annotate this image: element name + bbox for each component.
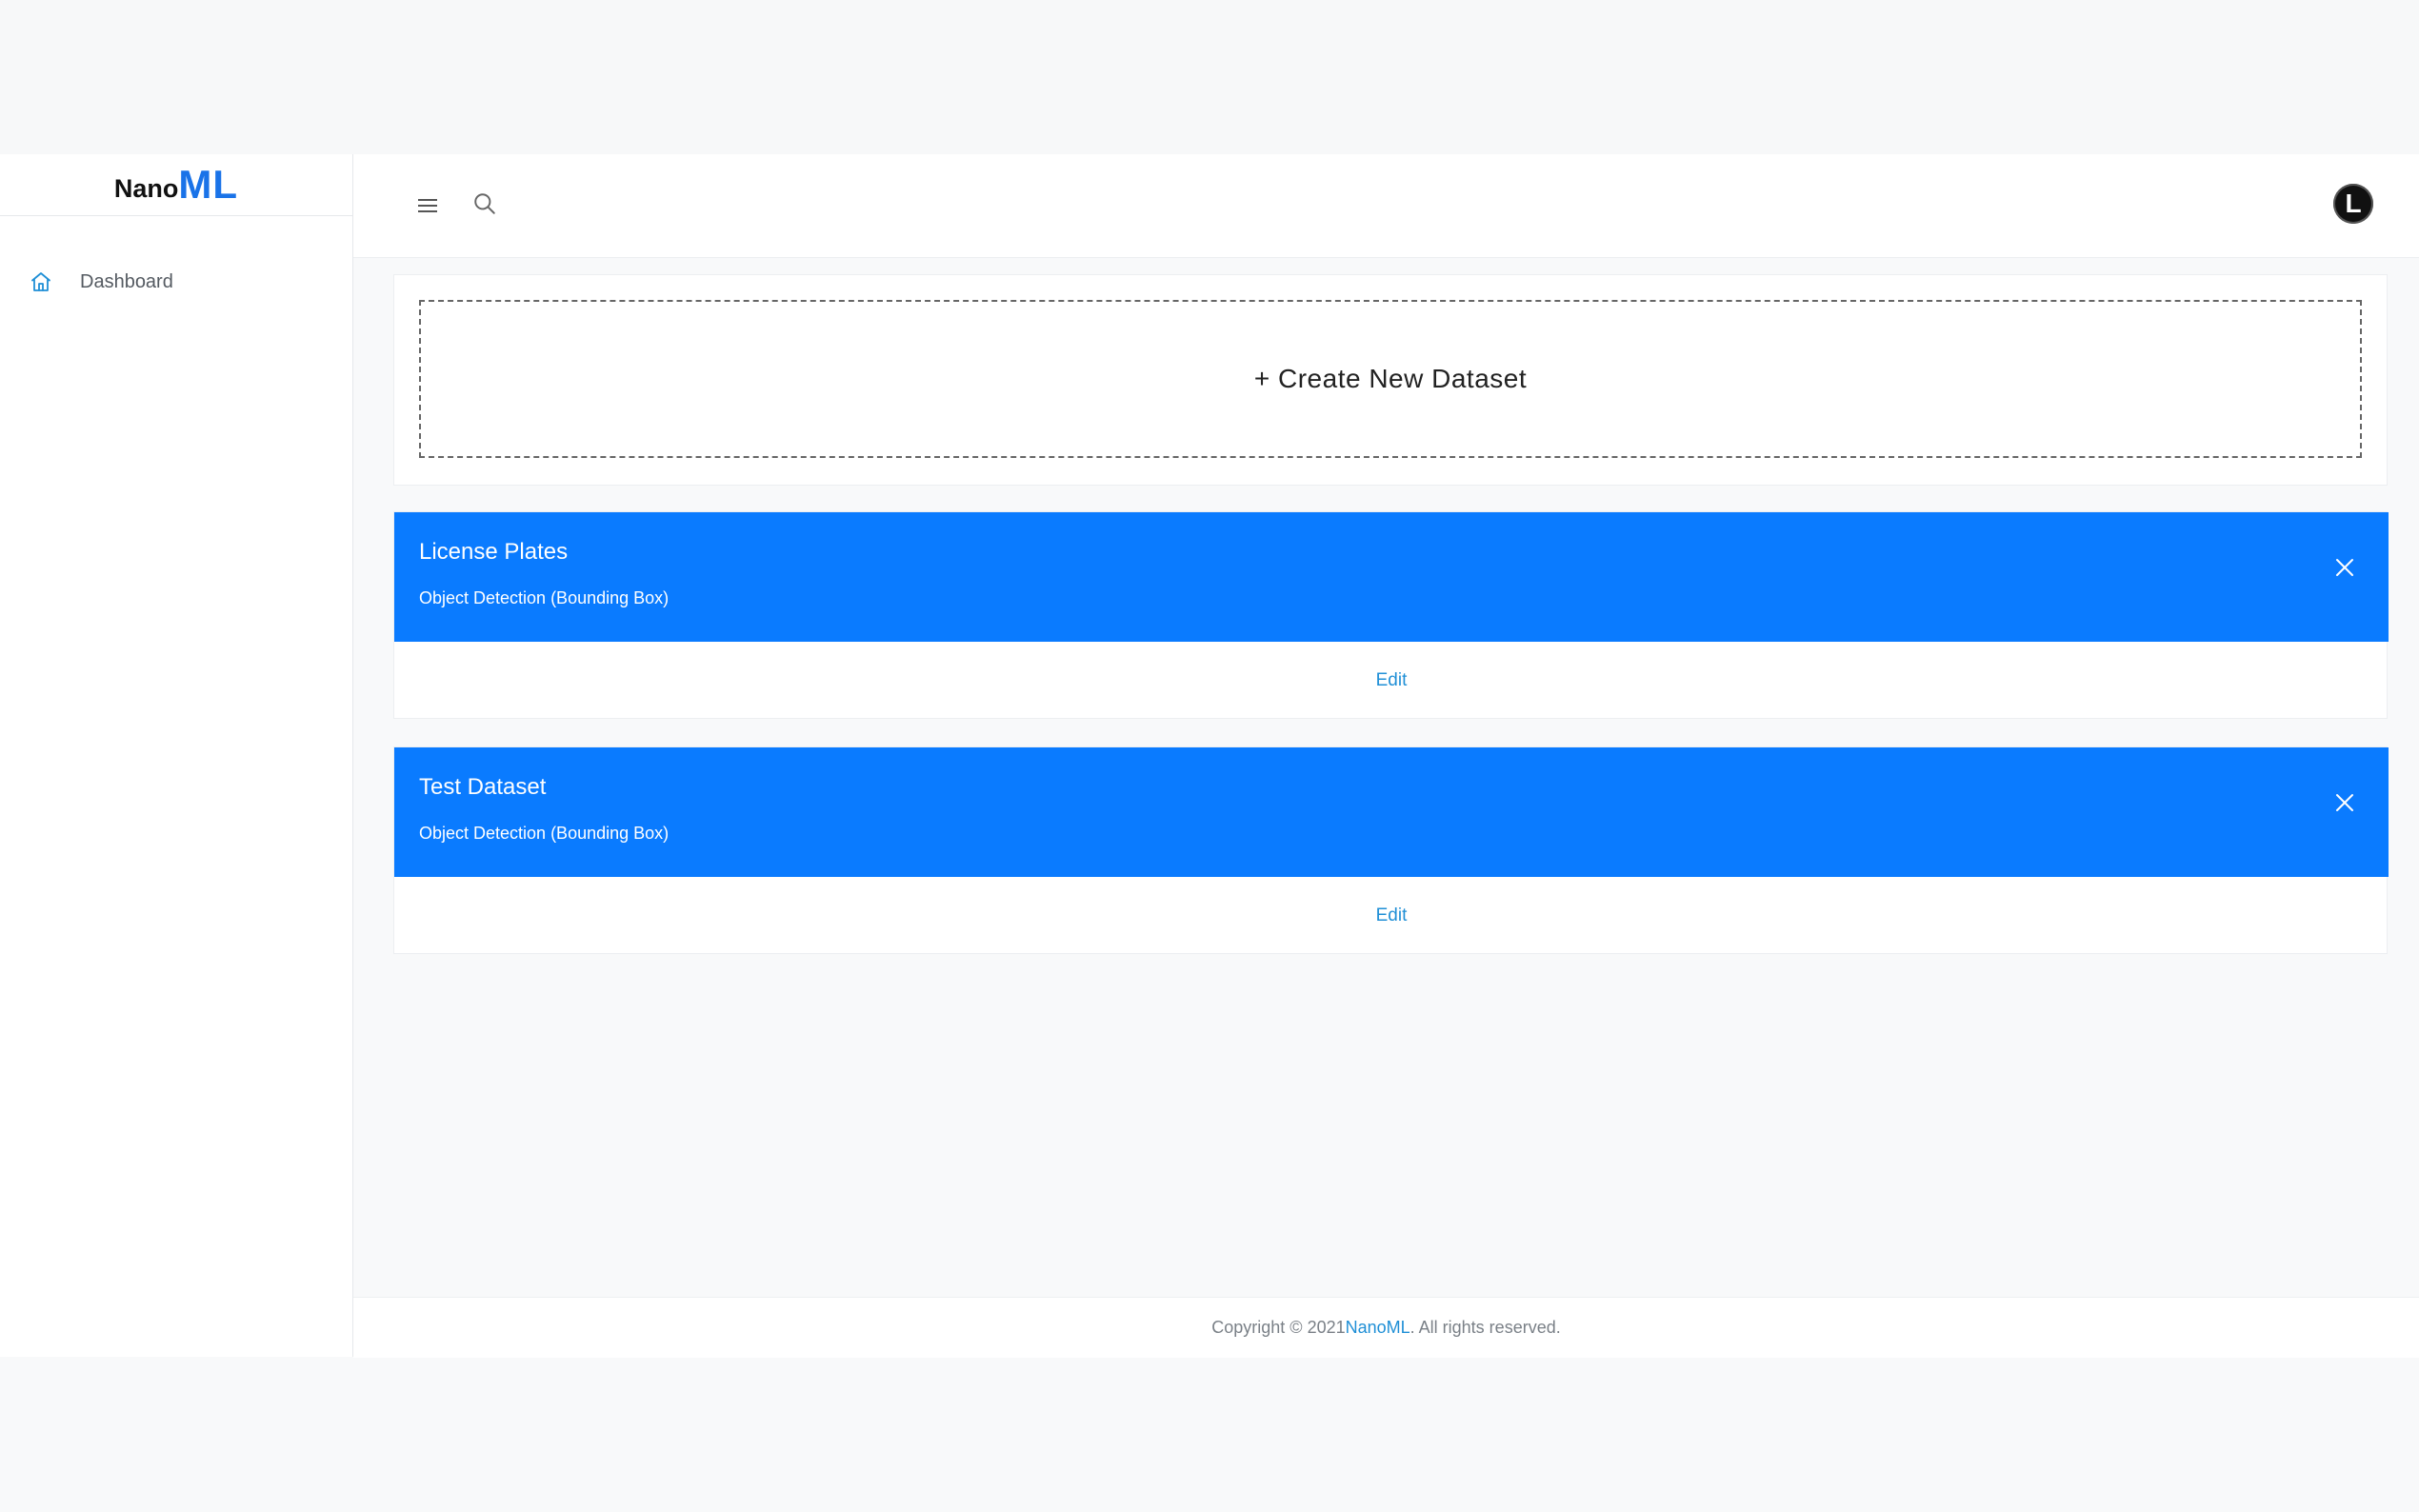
dataset-title: Test Dataset — [419, 774, 547, 800]
edit-dataset-link[interactable]: Edit — [1376, 670, 1408, 691]
brand-ml-text: ML — [178, 162, 239, 207]
home-icon — [27, 268, 55, 296]
hamburger-menu-icon — [418, 199, 437, 212]
bottom-backdrop — [0, 1357, 2419, 1512]
search-icon — [474, 193, 495, 214]
delete-dataset-button[interactable] — [2328, 550, 2362, 585]
sidebar: Nano ML Dashboard — [0, 154, 353, 1357]
footer-copyright-prefix: Copyright © 2021 — [1211, 1318, 1346, 1337]
dataset-card-header[interactable]: License Plates Object Detection (Boundin… — [394, 512, 2389, 642]
create-dataset-card: + Create New Dataset — [393, 274, 2388, 486]
close-icon — [2336, 559, 2353, 576]
app-window: Nano ML Dashboard L + Create New Dataset… — [0, 154, 2419, 1358]
main-content: L + Create New Dataset License Plates Ob… — [353, 154, 2419, 1358]
dataset-card-footer: Edit — [394, 877, 2389, 955]
edit-dataset-link[interactable]: Edit — [1376, 905, 1408, 926]
user-avatar[interactable]: L — [2333, 184, 2373, 224]
dataset-card-footer: Edit — [394, 642, 2389, 720]
close-icon — [2336, 794, 2353, 811]
footer-copyright-suffix: . All rights reserved. — [1409, 1318, 1561, 1337]
search-button[interactable] — [468, 187, 502, 221]
create-dataset-label: + Create New Dataset — [1253, 364, 1528, 393]
sidebar-item-dashboard[interactable]: Dashboard — [27, 267, 173, 297]
dataset-card-header[interactable]: Test Dataset Object Detection (Bounding … — [394, 747, 2389, 877]
create-dataset-button[interactable]: + Create New Dataset — [419, 300, 2362, 458]
menu-toggle-button[interactable] — [410, 189, 445, 223]
brand-logo[interactable]: Nano ML — [0, 154, 352, 216]
dataset-title: License Plates — [419, 539, 569, 565]
dataset-card: License Plates Object Detection (Boundin… — [393, 511, 2389, 720]
brand-nano-text: Nano — [113, 173, 179, 203]
dataset-type: Object Detection (Bounding Box) — [419, 588, 670, 607]
delete-dataset-button[interactable] — [2328, 786, 2362, 820]
dataset-card: Test Dataset Object Detection (Bounding … — [393, 746, 2389, 955]
page-footer: Copyright © 2021 NanoML . All rights res… — [353, 1297, 2419, 1358]
sidebar-item-label: Dashboard — [80, 270, 173, 292]
top-header: L — [353, 154, 2419, 258]
dataset-type: Object Detection (Bounding Box) — [419, 824, 670, 843]
footer-nanoml-link[interactable]: NanoML — [1346, 1318, 1410, 1338]
top-backdrop — [0, 0, 2419, 154]
